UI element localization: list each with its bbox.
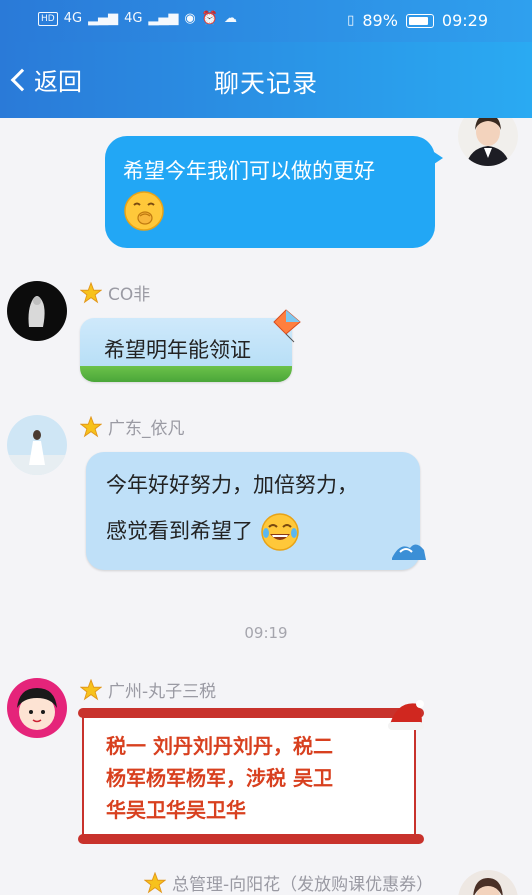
status-left: HD 4G ▂▄▆ 4G ▂▄▆ ◉ ⏰ ☁ [38, 11, 237, 26]
status-bar: HD 4G ▂▄▆ 4G ▂▄▆ ◉ ⏰ ☁ ▯ 89% 09:29 [0, 0, 532, 42]
time-divider: 09:19 [244, 624, 288, 642]
scroll-rod-bottom [78, 834, 424, 844]
battery-icon [405, 13, 434, 28]
avatar-self[interactable] [458, 118, 518, 166]
chat-history[interactable]: 希望今年我们可以做的更好 CO非 希望明年能领证 广东_依凡 今年好好努力，加倍… [0, 118, 532, 895]
message-bubble-self[interactable]: 希望今年我们可以做的更好 [105, 136, 443, 248]
star-badge-icon [80, 678, 102, 700]
woman-avatar-icon [458, 118, 518, 166]
avatar-wanzi[interactable] [7, 678, 67, 738]
star-badge-icon [80, 281, 102, 303]
message-text-line2: 感觉看到希望了 [106, 519, 253, 543]
beach-avatar-icon [7, 415, 67, 475]
avatar-xiangyanghua[interactable] [458, 870, 518, 895]
message-bubble-co[interactable]: 希望明年能领证 [80, 318, 292, 382]
nav-bar: 返回 聊天记录 [0, 42, 532, 118]
message-text: 希望明年能领证 [104, 338, 251, 362]
tears-of-joy-emoji-icon [260, 513, 299, 551]
santa-hat-icon [388, 700, 424, 730]
network-4g-icon-2: 4G [124, 11, 143, 26]
eye-icon: ◉ [184, 11, 196, 26]
message-text-line2: 杨军杨军杨军，涉税 吴卫 [106, 766, 333, 790]
message-bubble-yifan[interactable]: 今年好好努力，加倍努力， 感觉看到希望了 [86, 452, 420, 570]
status-right: ▯ 89% 09:29 [347, 11, 488, 30]
message-text-line1: 今年好好努力，加倍努力， [106, 473, 358, 497]
star-badge-icon [80, 415, 102, 437]
clock: 09:29 [441, 11, 488, 30]
alarm-icon: ⏰ [201, 11, 218, 26]
avatar-yifan[interactable] [7, 415, 67, 475]
smirk-face-emoji-icon [124, 191, 164, 231]
sender-name-yifan: 广东_依凡 [80, 414, 185, 439]
message-text-line3: 华吴卫华吴卫华 [106, 798, 246, 822]
scroll-rod-top [78, 708, 424, 718]
message-text-line1: 税一 刘丹刘丹刘丹，税二 [106, 734, 333, 758]
sender-name-wanzi: 广州-丸子三税 [80, 677, 216, 702]
hd-icon: HD [38, 11, 58, 26]
sender-name-co: CO非 [80, 280, 150, 305]
message-text: 希望今年我们可以做的更好 [123, 159, 375, 183]
network-4g-icon: 4G [63, 11, 83, 26]
message-bubble-wanzi[interactable]: 税一 刘丹刘丹刘丹，税二 杨军杨军杨军，涉税 吴卫 华吴卫华吴卫华 [78, 708, 424, 844]
kite-decoration-icon [273, 309, 301, 343]
cartoon-girl-avatar-icon [7, 678, 67, 738]
avatar-co[interactable] [7, 281, 67, 341]
dark-avatar-icon [7, 281, 67, 341]
signal-icon-2: ▂▄▆ [148, 11, 179, 26]
vibrate-icon: ▯ [347, 13, 355, 28]
signal-icon: ▂▄▆ [88, 11, 119, 26]
wave-decoration-icon [392, 544, 426, 560]
battery-percent: 89% [362, 11, 398, 30]
page-title: 聊天记录 [213, 69, 318, 98]
woman-avatar-icon-2 [458, 870, 518, 895]
star-badge-icon [144, 871, 166, 893]
wechat-icon: ☁ [223, 11, 237, 26]
sender-name-xiangyanghua: 总管理-向阳花（发放购课优惠券） [144, 870, 433, 895]
